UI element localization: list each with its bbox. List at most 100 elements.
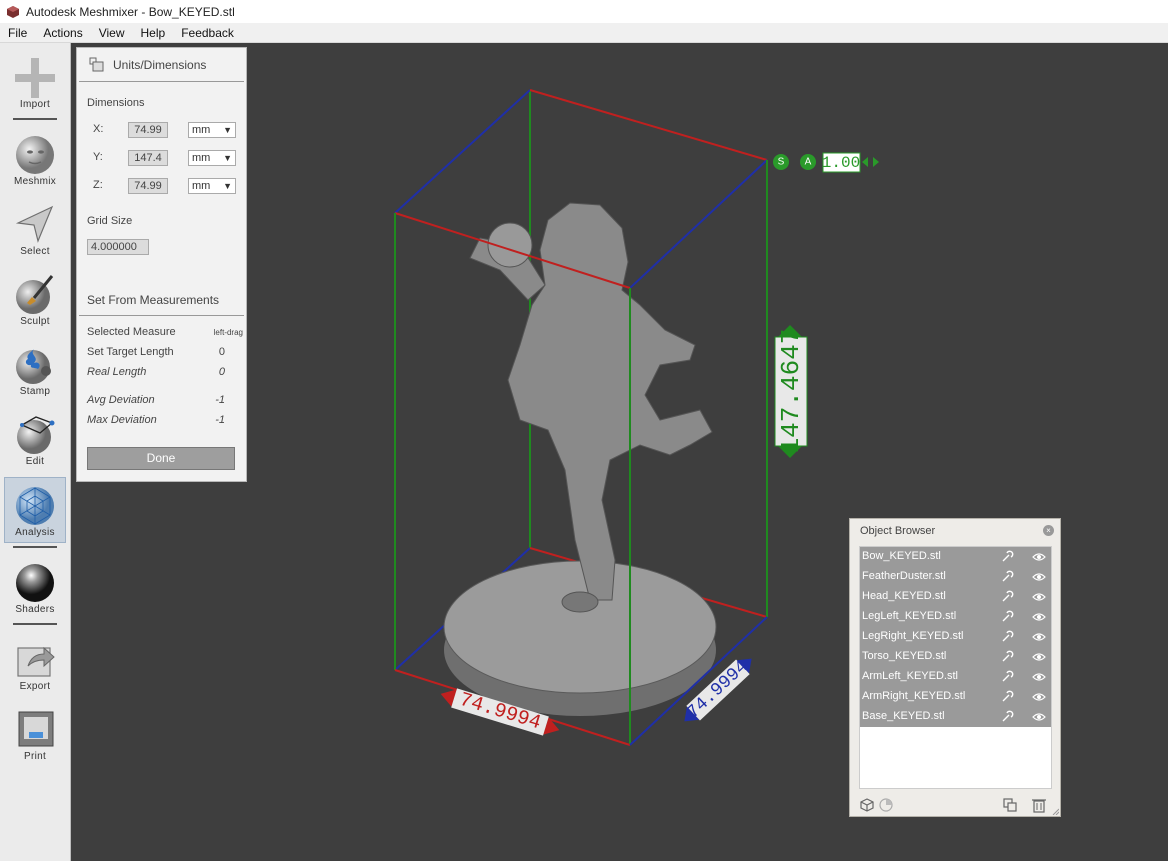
pivot-icon[interactable] [1000, 590, 1014, 604]
object-name: ArmRight_KEYED.stl [862, 690, 966, 702]
panel-header: Units/Dimensions [79, 48, 244, 82]
eye-icon[interactable] [1032, 611, 1046, 623]
tool-shaders[interactable]: Shaders [4, 553, 66, 619]
dimension-z-input[interactable]: 74.99 [128, 178, 168, 194]
tool-print[interactable]: Print [4, 700, 66, 766]
eye-icon[interactable] [1032, 651, 1046, 663]
dimension-y-unit-select[interactable]: mm ▼ [188, 150, 236, 166]
eye-icon[interactable] [1032, 711, 1046, 723]
max-deviation-row: Max Deviation -1 [87, 414, 245, 428]
object-list-item[interactable]: Head_KEYED.stl [860, 587, 1051, 607]
grid-size-label: Grid Size [87, 215, 133, 227]
object-name: ArmLeft_KEYED.stl [862, 670, 958, 682]
bbox-edge-top-left [394, 89, 531, 214]
real-length-label: Real Length [87, 366, 147, 378]
base-top [443, 560, 717, 694]
object-list: Bow_KEYED.stl FeatherDuster.stl Head_KEYED… [859, 546, 1052, 789]
scale-s-button: S [778, 157, 785, 168]
object-browser: Object Browser × Bow_KEYED.stl FeatherDus… [849, 518, 1061, 817]
set-target-length-row[interactable]: Set Target Length 0 [87, 346, 245, 360]
object-list-item[interactable]: FeatherDuster.stl [860, 567, 1051, 587]
object-list-item[interactable]: Base_KEYED.stl [860, 707, 1051, 727]
dimension-y-input[interactable]: 147.4 [128, 150, 168, 166]
print-icon [18, 711, 54, 747]
menu-help[interactable]: Help [133, 23, 174, 43]
eye-icon[interactable] [1032, 691, 1046, 703]
menu-actions[interactable]: Actions [35, 23, 90, 43]
pivot-icon[interactable] [1000, 550, 1014, 564]
tool-export[interactable]: Export [4, 630, 66, 696]
edit-icon [17, 416, 55, 454]
dimension-x-unit-select[interactable]: mm ▼ [188, 122, 236, 138]
object-list-item[interactable]: ArmLeft_KEYED.stl [860, 667, 1051, 687]
eye-icon[interactable] [1032, 671, 1046, 683]
dimension-x-input[interactable]: 74.99 [128, 122, 168, 138]
pivot-icon[interactable] [1000, 670, 1014, 684]
tool-analysis[interactable]: Analysis [4, 477, 66, 543]
export-icon [17, 646, 55, 677]
pivot-icon[interactable] [1000, 570, 1014, 584]
stamp-icon [16, 349, 51, 384]
duplicate-icon[interactable] [1002, 797, 1018, 813]
menu-bar: File Actions View Help Feedback [0, 23, 1168, 43]
pivot-icon[interactable] [1000, 710, 1014, 724]
cube-icon[interactable] [859, 797, 875, 813]
meshmixer-logo-icon [7, 5, 19, 18]
scale-widget[interactable]: S A 1.00 [773, 152, 879, 173]
object-list-item[interactable]: Bow_KEYED.stl [860, 547, 1051, 567]
selected-measure-value: left-drag [213, 328, 243, 337]
analysis-icon [16, 487, 54, 525]
eye-icon[interactable] [1032, 551, 1046, 563]
pivot-icon[interactable] [1000, 650, 1014, 664]
avg-deviation-value: -1 [215, 394, 225, 406]
tool-select[interactable]: Select [4, 195, 66, 261]
object-browser-title: Object Browser [860, 525, 936, 537]
eye-icon[interactable] [1032, 631, 1046, 643]
tool-stamp[interactable]: Stamp [4, 335, 66, 401]
trash-icon[interactable] [1031, 797, 1047, 813]
resize-grip-icon[interactable] [1051, 807, 1059, 815]
chevron-down-icon: ▼ [223, 181, 232, 191]
tool-meshmix[interactable]: Meshmix [4, 125, 66, 191]
tool-sculpt[interactable]: Sculpt [4, 265, 66, 331]
selected-measure-row: Selected Measure left-drag [87, 326, 245, 340]
plus-icon [15, 58, 55, 98]
eye-icon[interactable] [1032, 571, 1046, 583]
pie-chart-icon[interactable] [878, 797, 894, 813]
set-target-length-value[interactable]: 0 [219, 346, 225, 358]
tool-import[interactable]: Import [4, 48, 66, 114]
dimension-y-unit: mm [192, 152, 211, 164]
sculpt-brush-icon [16, 275, 54, 314]
pivot-icon[interactable] [1000, 630, 1014, 644]
max-deviation-value: -1 [215, 414, 225, 426]
bbox-edge-top-back [529, 89, 768, 161]
dimension-x-row: X: 74.99 mm ▼ [87, 122, 237, 138]
toolbar-separator [13, 118, 57, 120]
close-icon[interactable]: × [1043, 525, 1054, 536]
toolbar-separator [13, 546, 57, 548]
object-list-item[interactable]: LegRight_KEYED.stl [860, 627, 1051, 647]
title-bar: Autodesk Meshmixer - Bow_KEYED.stl [0, 0, 1168, 23]
object-name: Base_KEYED.stl [862, 710, 945, 722]
menu-file[interactable]: File [0, 23, 35, 43]
scale-increase-arrow [873, 157, 879, 167]
height-dimension-handle[interactable]: 147.4647 [774, 325, 808, 458]
real-length-value: 0 [218, 366, 225, 378]
done-button[interactable]: Done [87, 447, 235, 470]
eye-icon[interactable] [1032, 591, 1046, 603]
dimension-z-unit: mm [192, 180, 211, 192]
object-list-item[interactable]: LegLeft_KEYED.stl [860, 607, 1051, 627]
grid-size-input[interactable]: 4.000000 [87, 239, 149, 255]
scale-a-button: A [805, 157, 812, 168]
object-list-item[interactable]: Torso_KEYED.stl [860, 647, 1051, 667]
pivot-icon[interactable] [1000, 610, 1014, 624]
tool-edit[interactable]: Edit [4, 405, 66, 471]
pivot-icon[interactable] [1000, 690, 1014, 704]
dimension-z-unit-select[interactable]: mm ▼ [188, 178, 236, 194]
menu-feedback[interactable]: Feedback [173, 23, 242, 43]
menu-view[interactable]: View [91, 23, 133, 43]
object-name: Torso_KEYED.stl [862, 650, 947, 662]
set-from-measurements-header: Set From Measurements [79, 288, 244, 316]
object-list-item[interactable]: ArmRight_KEYED.stl [860, 687, 1051, 707]
dimension-x-label: X: [93, 123, 104, 135]
